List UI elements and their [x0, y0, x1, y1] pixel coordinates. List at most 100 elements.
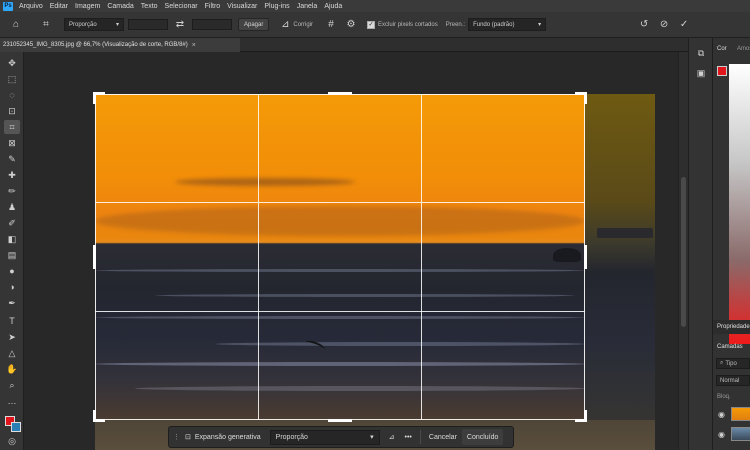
- path-selection-tool-icon[interactable]: ➤: [4, 330, 20, 344]
- hand-tool-icon[interactable]: ✋: [4, 362, 20, 376]
- menu-texto[interactable]: Texto: [141, 3, 158, 10]
- pen-tool-icon[interactable]: ✒: [4, 296, 20, 310]
- eyedropper-tool-icon[interactable]: ✎: [4, 152, 20, 166]
- crop-handle-right[interactable]: [584, 245, 587, 269]
- crop-handle-bottom-left[interactable]: [93, 410, 96, 422]
- menu-arquivo[interactable]: Arquivo: [19, 3, 43, 10]
- crop-box[interactable]: [95, 94, 585, 420]
- document-tab-title: 231052345_IMG_8305.jpg @ 66,7% (Visualiz…: [3, 42, 188, 48]
- fill-label: Preen.:: [445, 21, 466, 28]
- comments-panel-icon[interactable]: ▣: [694, 66, 708, 80]
- taskbar-ratio-value: Proporção: [275, 433, 308, 441]
- eraser-tool-icon[interactable]: ◧: [4, 232, 20, 246]
- tools-panel: ✥ ⬚ ◌ ⊡ ⌗ ⊠ ✎ ✚ ✏ ♟ ✐ ◧ ▤ ● ◑ ✒ T ➤ △ ✋ …: [0, 52, 24, 450]
- shape-tool-icon[interactable]: △: [4, 346, 20, 360]
- gradient-tool-icon[interactable]: ▤: [4, 248, 20, 262]
- tab-properties[interactable]: Propriedades: [713, 320, 750, 334]
- healing-brush-tool-icon[interactable]: ✚: [4, 168, 20, 182]
- ratio-select-value: Proporção: [69, 21, 97, 28]
- layer-search-field[interactable]: ⌕ Tipo: [716, 358, 750, 369]
- layer-thumbnail[interactable]: [731, 427, 750, 441]
- tab-swatches[interactable]: Amostras: [733, 42, 750, 56]
- layer-search-placeholder: Tipo: [725, 360, 737, 367]
- check-icon[interactable]: ✓: [676, 17, 692, 33]
- close-icon[interactable]: ×: [192, 42, 196, 49]
- eye-icon[interactable]: ◉: [718, 430, 725, 439]
- more-options-button[interactable]: •••: [400, 429, 417, 445]
- background-color-swatch[interactable]: [11, 422, 21, 432]
- height-field[interactable]: [192, 19, 232, 30]
- width-field[interactable]: [128, 19, 168, 30]
- zoom-tool-icon[interactable]: ⌕: [4, 378, 20, 392]
- done-crop-button[interactable]: Concluído: [461, 429, 504, 445]
- taskbar-drag-handle-icon[interactable]: ⋮: [173, 433, 180, 441]
- vertical-scrollbar[interactable]: [678, 52, 688, 450]
- blend-mode-select[interactable]: Normal: [716, 375, 750, 386]
- lasso-tool-icon[interactable]: ◌: [4, 88, 20, 102]
- photoshop-logo: Ps: [3, 1, 13, 11]
- menu-janela[interactable]: Janela: [297, 3, 318, 10]
- generative-expand-icon: ⊡: [185, 434, 191, 441]
- blur-tool-icon[interactable]: ●: [4, 264, 20, 278]
- home-icon[interactable]: ⌂: [8, 17, 24, 33]
- tab-color[interactable]: Cor: [713, 42, 727, 56]
- menu-ajuda[interactable]: Ajuda: [324, 3, 342, 10]
- layer-thumbnail[interactable]: [731, 407, 750, 421]
- taskbar-ratio-select[interactable]: Proporção ▾: [269, 429, 380, 445]
- gear-icon[interactable]: ⚙: [343, 17, 359, 33]
- menu-selecionar[interactable]: Selecionar: [165, 3, 198, 10]
- crop-handle-left[interactable]: [93, 245, 96, 269]
- straighten-icon[interactable]: ⊿: [277, 17, 293, 33]
- crop-tool-icon[interactable]: ⌗: [4, 120, 20, 134]
- crop-handle-bottom-right[interactable]: [584, 410, 587, 422]
- more-tools-icon[interactable]: …: [4, 394, 20, 408]
- history-brush-tool-icon[interactable]: ✐: [4, 216, 20, 230]
- fill-select[interactable]: Fundo (padrão) ▾: [468, 18, 547, 31]
- type-tool-icon[interactable]: T: [4, 314, 20, 328]
- frame-tool-icon[interactable]: ⊠: [4, 136, 20, 150]
- eye-icon[interactable]: ◉: [718, 410, 725, 419]
- delete-pixels-checkbox[interactable]: ✓: [367, 20, 376, 29]
- blend-mode-value: Normal: [720, 377, 740, 384]
- crop-handle-top-left[interactable]: [93, 92, 96, 104]
- menu-camada[interactable]: Camada: [107, 3, 133, 10]
- menu-filtro[interactable]: Filtro: [205, 3, 221, 10]
- move-tool-icon[interactable]: ✥: [4, 56, 20, 70]
- delete-pixels-label: Excluir pixels cortados: [378, 21, 438, 28]
- quick-mask-icon[interactable]: ◎: [4, 434, 20, 448]
- dodge-tool-icon[interactable]: ◑: [4, 280, 20, 294]
- menu-imagem[interactable]: Imagem: [75, 3, 100, 10]
- swap-icon[interactable]: ⇄: [172, 17, 188, 33]
- marquee-tool-icon[interactable]: ⬚: [4, 72, 20, 86]
- crop-handle-top-right[interactable]: [584, 92, 587, 104]
- search-icon: ⌕: [720, 360, 724, 366]
- right-panels: Cor Amostras Propriedades Camadas ⌕ Tipo…: [712, 38, 750, 450]
- crop-handle-top[interactable]: [328, 92, 352, 95]
- menu-editar[interactable]: Editar: [50, 3, 68, 10]
- crop-handle-bottom[interactable]: [328, 419, 352, 422]
- cropped-out-image-right: [585, 94, 655, 450]
- scrollbar-thumb[interactable]: [681, 177, 686, 327]
- clone-stamp-tool-icon[interactable]: ♟: [4, 200, 20, 214]
- history-panel-icon[interactable]: ⧉: [694, 46, 708, 60]
- tab-layers[interactable]: Camadas: [713, 340, 743, 354]
- panel-foreground-swatch[interactable]: [717, 66, 727, 76]
- menu-plugins[interactable]: Plug-ins: [264, 3, 289, 10]
- clear-button[interactable]: Apagar: [238, 18, 270, 31]
- brush-tool-icon[interactable]: ✏: [4, 184, 20, 198]
- straighten-icon[interactable]: ⊿: [384, 429, 400, 445]
- crop-icon[interactable]: ⌗: [38, 17, 54, 33]
- cancel-crop-button[interactable]: Cancelar: [424, 429, 462, 445]
- generative-expand-button[interactable]: ⊡ Expansão generativa: [180, 429, 266, 445]
- generative-expand-label: Expansão generativa: [194, 433, 261, 441]
- straighten-button[interactable]: Corrigir: [293, 22, 313, 28]
- object-select-tool-icon[interactable]: ⊡: [4, 104, 20, 118]
- menu-visualizar[interactable]: Visualizar: [227, 3, 257, 10]
- grid-overlay-icon[interactable]: #: [323, 17, 339, 33]
- reset-icon[interactable]: ↺: [636, 17, 652, 33]
- ratio-select[interactable]: Proporção ▾: [64, 18, 124, 31]
- cancel-icon[interactable]: ⊘: [656, 17, 672, 33]
- color-picker-field[interactable]: [729, 64, 750, 344]
- menu-bar: Ps Arquivo Editar Imagem Camada Texto Se…: [0, 0, 750, 12]
- document-tab[interactable]: 231052345_IMG_8305.jpg @ 66,7% (Visualiz…: [0, 38, 240, 52]
